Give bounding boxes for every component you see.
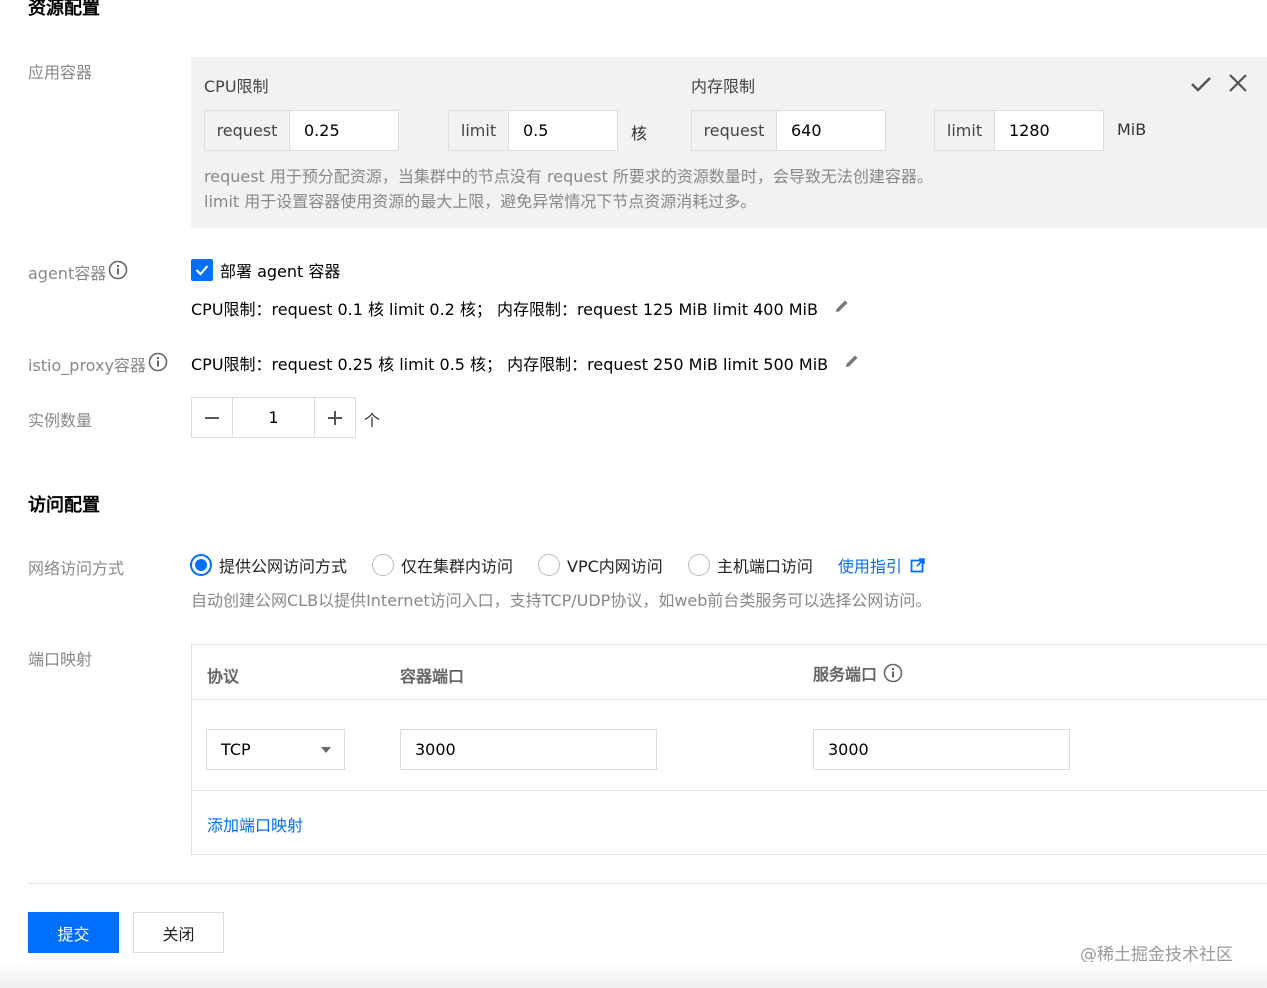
confirm-icon[interactable] [1189,72,1213,96]
resource-note-line2: limit 用于设置容器使用资源的最大上限，避免异常情况下节点资源消耗过多。 [204,192,757,211]
info-icon[interactable] [148,352,168,376]
agent-container-label-group: agent容器 [28,260,128,284]
header-protocol: 协议 [207,667,240,686]
radio-label: 仅在集群内访问 [401,557,514,576]
access-section-title: 访问配置 [28,495,100,516]
service-port-input[interactable]: 3000 [813,729,1070,770]
istio-summary: CPU限制：request 0.25 核 limit 0.5 核； 内存限制：r… [191,355,829,374]
radio-option-hostport[interactable]: 主机端口访问 [687,553,813,577]
submit-button[interactable]: 提交 [28,912,119,953]
agent-checkbox-row[interactable]: 部署 agent 容器 [191,258,340,282]
radio-button[interactable] [687,554,710,576]
radio-label: 提供公网访问方式 [219,557,348,576]
radio-option-cluster[interactable]: 仅在集群内访问 [372,553,513,577]
resource-note-line1: request 用于预分配资源，当集群中的节点没有 request 所要求的资源… [204,167,933,186]
header-container-port: 容器端口 [400,667,465,686]
divider [28,883,1267,884]
cpu-unit: 核 [631,124,648,143]
mem-request-input[interactable]: 640 [776,110,886,151]
radio-option-vpc[interactable]: VPC内网访问 [538,553,663,577]
radio-label: VPC内网访问 [567,557,663,576]
close-icon[interactable] [1227,72,1249,94]
decrement-button[interactable] [191,397,233,438]
network-access-label: 网络访问方式 [28,559,125,578]
guide-link-text[interactable]: 使用指引 [838,553,902,577]
mem-limit-input[interactable]: 1280 [994,110,1104,151]
instances-input[interactable]: 1 [232,397,315,438]
header-service-port: 服务端口 [813,665,878,684]
mem-limit-addon: limit [934,110,995,151]
header-service-port-group: 服务端口 [813,661,903,685]
close-button[interactable]: 关闭 [133,912,224,953]
port-mapping-label: 端口映射 [28,650,93,669]
add-port-mapping-link[interactable]: 添加端口映射 [207,812,303,836]
increment-button[interactable] [314,397,356,438]
instances-label: 实例数量 [28,411,93,430]
port-mapping-table: 协议 容器端口 服务端口 TCP 3000 3000 添加端口映射 [191,644,1267,855]
radio-label: 主机端口访问 [716,557,813,576]
mem-limit-title: 内存限制 [691,77,756,96]
istio-summary-row: CPU限制：request 0.25 核 limit 0.5 核； 内存限制：r… [191,351,860,375]
table-row: TCP 3000 3000 [192,700,1267,791]
radio-option-public[interactable]: 提供公网访问方式 [190,553,347,577]
bottom-shadow [0,962,1267,988]
agent-container-label: agent容器 [28,264,107,283]
mem-unit: MiB [1117,120,1147,139]
radio-button[interactable] [372,554,395,576]
cpu-limit-addon: limit [448,110,509,151]
external-link-icon[interactable] [910,557,925,573]
radio-button[interactable] [190,554,212,576]
app-container-label: 应用容器 [28,63,93,82]
agent-summary: CPU限制：request 0.1 核 limit 0.2 核； 内存限制：re… [191,300,818,319]
radio-group: 提供公网访问方式 仅在集群内访问 VPC内网访问 主机端口访问 使用指引 [190,553,925,577]
cpu-request-input[interactable]: 0.25 [289,110,399,151]
edit-icon[interactable] [844,353,860,373]
info-icon[interactable] [108,260,128,284]
agent-checkbox-label: 部署 agent 容器 [220,262,341,281]
istio-proxy-label: istio_proxy容器 [28,356,146,375]
instances-unit: 个 [364,411,381,430]
network-note: 自动创建公网CLB以提供Internet访问入口，支持TCP/UDP协议，如we… [191,591,932,610]
agent-checkbox[interactable] [191,259,213,281]
cpu-limit-title: CPU限制 [204,77,269,96]
cpu-limit-input[interactable]: 0.5 [508,110,618,151]
info-icon[interactable] [883,663,903,683]
resource-panel: CPU限制 内存限制 request 0.25 limit 0.5 核 requ… [191,57,1267,228]
table-header: 协议 容器端口 服务端口 [192,645,1267,700]
agent-summary-row: CPU限制：request 0.1 核 limit 0.2 核； 内存限制：re… [191,296,850,320]
container-port-input[interactable]: 3000 [400,729,657,770]
protocol-value: TCP [221,740,251,759]
edit-icon[interactable] [834,298,850,318]
cpu-request-addon: request [204,110,290,151]
mem-request-addon: request [691,110,777,151]
radio-button[interactable] [538,554,561,576]
istio-label-group: istio_proxy容器 [28,352,168,376]
resource-section-title: 资源配置 [28,0,100,19]
guide-link[interactable]: 使用指引 [838,553,925,577]
protocol-select[interactable]: TCP [206,729,345,770]
caret-down-icon [321,746,331,753]
